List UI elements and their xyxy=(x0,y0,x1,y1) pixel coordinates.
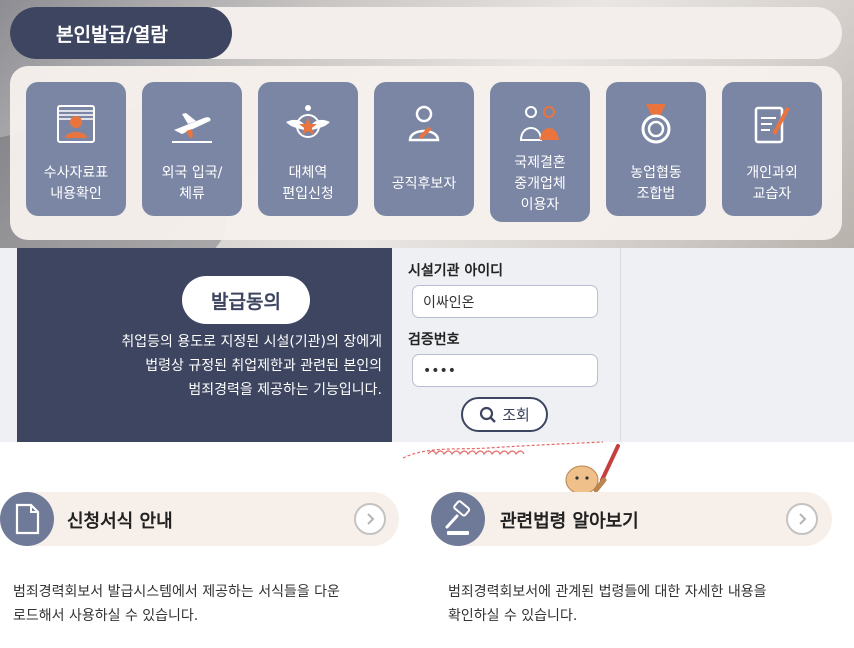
related-law-circle xyxy=(431,492,485,546)
search-icon xyxy=(480,406,497,423)
agree-description: 취업등의 용도로 지정된 시설(기관)의 장에게 법령상 규정된 취업제한과 관… xyxy=(121,334,382,398)
military-emblem-icon xyxy=(286,105,330,138)
tile-label: 공직후보자 xyxy=(391,175,457,192)
form-guide-description: 범죄경력회보서 발급시스템에서 제공하는 서식들을 다운 로드해서 사용하실 수… xyxy=(13,584,340,624)
id-card-icon xyxy=(57,105,95,143)
related-law-title: 관련법령 알아보기 xyxy=(500,511,639,532)
facility-id-input[interactable] xyxy=(412,285,598,318)
document-pen-icon xyxy=(754,106,790,144)
search-button-label: 조회 xyxy=(502,406,530,424)
tile-marriage-broker[interactable]: 국제결혼 중개업체 이용자 xyxy=(490,82,590,222)
search-button[interactable]: 조회 xyxy=(461,397,548,432)
left-strip xyxy=(0,248,17,442)
gavel-icon xyxy=(445,500,471,535)
form-guide-arrow-button[interactable] xyxy=(354,503,386,535)
tile-label: 수사자료표 내용확인 xyxy=(43,165,109,202)
related-law-description: 범죄경력회보서에 관계된 법령들에 대한 자세한 내용을 확인하실 수 있습니다… xyxy=(448,584,767,624)
tile-label: 국제결혼 중개업체 이용자 xyxy=(514,154,566,213)
person-icon xyxy=(408,105,440,142)
tile-alternative-service[interactable]: 대체역 편입신청 xyxy=(258,82,358,216)
verify-number-label: 검증번호 xyxy=(408,332,460,348)
chevron-right-icon xyxy=(367,513,375,525)
form-guide-circle xyxy=(0,492,54,546)
tile-label: 외국 입국/ 체류 xyxy=(161,165,223,202)
agree-title[interactable]: 발급동의 xyxy=(182,276,310,324)
tile-immigration[interactable]: 외국 입국/ 체류 xyxy=(142,82,242,216)
verify-number-input[interactable] xyxy=(412,354,598,387)
tile-criminal-record-check[interactable]: 수사자료표 내용확인 xyxy=(26,82,126,216)
tile-label: 대체역 편입신청 xyxy=(282,165,334,202)
related-law-arrow-button[interactable] xyxy=(786,503,818,535)
tile-agricultural-coop[interactable]: 농업협동 조합법 xyxy=(606,82,706,216)
document-icon xyxy=(15,503,40,535)
airplane-icon xyxy=(172,113,212,143)
page-title: 본인발급/열람 xyxy=(10,7,232,59)
couple-icon xyxy=(519,106,559,141)
tile-private-tutor[interactable]: 개인과외 교습자 xyxy=(722,82,822,216)
tile-public-candidate[interactable]: 공직후보자 xyxy=(374,82,474,216)
tile-label: 개인과외 교습자 xyxy=(746,165,798,202)
form-guide-title: 신청서식 안내 xyxy=(67,511,173,532)
facility-id-label: 시설기관 아이디 xyxy=(408,263,504,279)
form-guide-link[interactable] xyxy=(0,492,399,546)
medal-icon xyxy=(641,104,671,144)
tile-label: 농업협동 조합법 xyxy=(630,165,682,202)
side-panel xyxy=(620,248,854,442)
chevron-right-icon xyxy=(799,513,807,525)
